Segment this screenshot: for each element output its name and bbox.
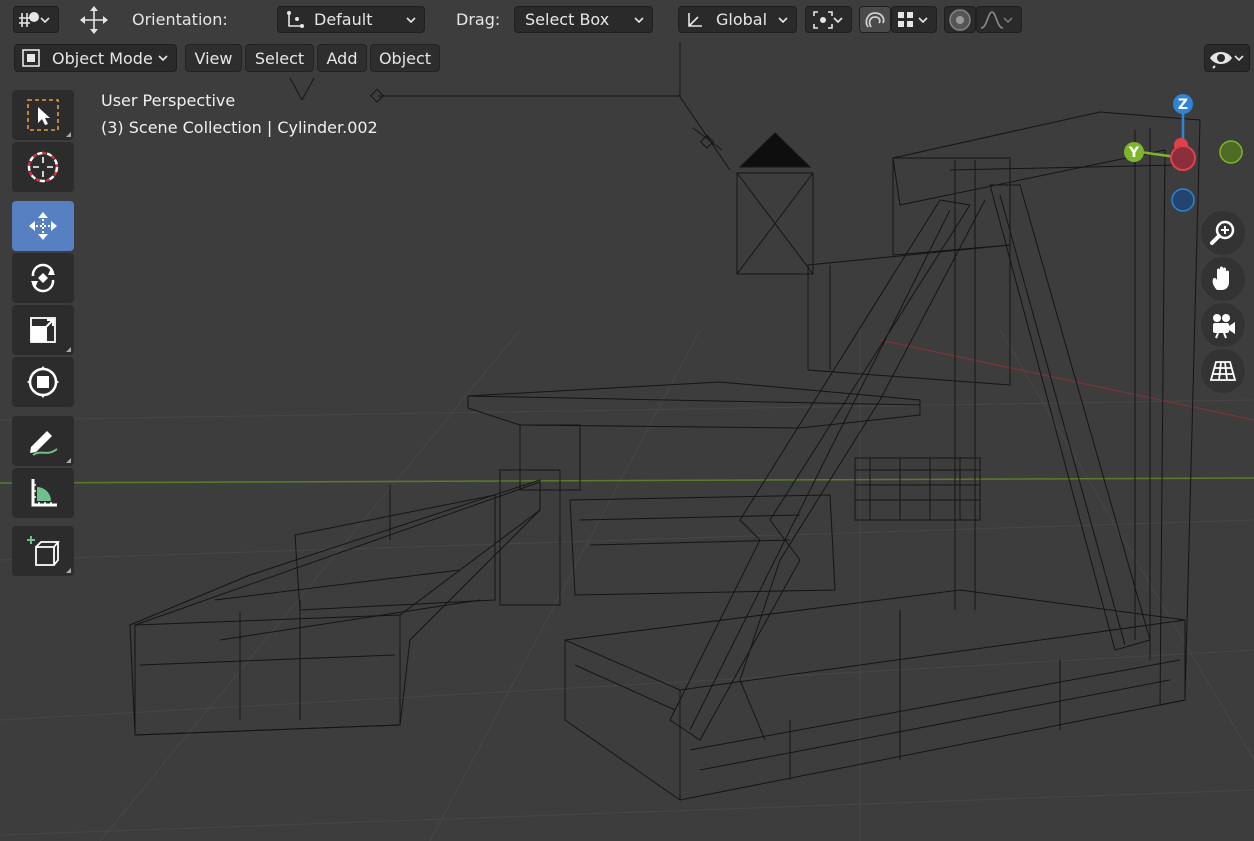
menu-select[interactable]: Select bbox=[245, 44, 314, 72]
tool-annotate[interactable] bbox=[12, 416, 74, 466]
tool-measure[interactable] bbox=[12, 468, 74, 518]
orientation-label: Orientation: bbox=[132, 10, 228, 29]
rotate-icon bbox=[31, 263, 55, 293]
chevron-down-icon bbox=[1003, 17, 1013, 24]
submenu-indicator bbox=[66, 132, 71, 137]
grid-snap-icon bbox=[898, 11, 913, 27]
chevron-down-icon bbox=[918, 17, 928, 24]
falloff-dropdown[interactable] bbox=[976, 6, 1022, 33]
transform-pivot-icon[interactable] bbox=[76, 2, 112, 38]
chevron-down-icon bbox=[778, 17, 788, 24]
axis-x-negative bbox=[1170, 145, 1196, 171]
drag-value: Select Box bbox=[525, 10, 610, 29]
submenu-indicator bbox=[66, 458, 71, 463]
tool-add-cube[interactable] bbox=[12, 526, 74, 576]
axis-y-label: Y bbox=[1128, 145, 1140, 161]
drag-dropdown[interactable]: Select Box bbox=[514, 6, 653, 33]
transform-icon bbox=[27, 366, 59, 398]
scale-icon bbox=[30, 317, 56, 343]
tool-rotate[interactable] bbox=[12, 253, 74, 303]
tool-cursor[interactable] bbox=[12, 142, 74, 192]
collection-label: (3) Scene Collection | Cylinder.002 bbox=[101, 118, 378, 137]
select-box-icon bbox=[27, 99, 59, 131]
snap-toggle[interactable] bbox=[859, 6, 891, 33]
pan-button[interactable] bbox=[1201, 257, 1245, 301]
chevron-down-icon bbox=[1234, 55, 1244, 62]
perspective-toggle-button[interactable] bbox=[1201, 349, 1245, 393]
snap-target-dropdown[interactable] bbox=[891, 6, 937, 33]
add-cube-icon bbox=[27, 536, 60, 566]
perspective-label: User Perspective bbox=[101, 91, 236, 110]
cursor-icon bbox=[27, 151, 59, 183]
pivot-point-dropdown[interactable] bbox=[805, 6, 852, 33]
chevron-down-icon bbox=[40, 17, 50, 24]
transform-orientation-dropdown[interactable]: Global bbox=[678, 6, 797, 33]
submenu-indicator bbox=[66, 347, 71, 352]
menu-view[interactable]: View bbox=[185, 44, 242, 72]
orientation-dropdown[interactable]: Default bbox=[277, 6, 425, 33]
menu-add[interactable]: Add bbox=[317, 44, 367, 72]
axis-z-negative bbox=[1171, 188, 1195, 212]
object-mode-label: Object Mode bbox=[52, 48, 153, 68]
proportional-icon bbox=[949, 8, 971, 31]
axis-y-negative bbox=[1219, 140, 1243, 164]
camera-icon bbox=[1213, 314, 1235, 339]
editor-type-button[interactable] bbox=[13, 6, 59, 33]
zoom-button[interactable] bbox=[1201, 211, 1245, 255]
navigation-gizmo[interactable]: Z Y bbox=[1115, 88, 1250, 218]
tool-scale[interactable] bbox=[12, 305, 74, 355]
eye-icon bbox=[1210, 52, 1232, 69]
measure-ruler-icon bbox=[31, 479, 57, 507]
menu-object[interactable]: Object bbox=[370, 44, 440, 72]
chevron-down-icon bbox=[634, 17, 644, 24]
axis-z-label: Z bbox=[1178, 97, 1188, 113]
visibility-dropdown[interactable] bbox=[1204, 44, 1250, 72]
orientation-value: Default bbox=[314, 10, 373, 29]
zoom-magnifier-icon bbox=[1210, 220, 1235, 245]
object-mode-icon bbox=[22, 49, 40, 67]
magnet-icon bbox=[865, 11, 885, 27]
annotate-pencil-icon bbox=[30, 431, 58, 456]
drag-label: Drag: bbox=[456, 10, 501, 29]
move-icon bbox=[29, 212, 57, 240]
submenu-indicator bbox=[66, 568, 71, 573]
chevron-down-icon bbox=[158, 55, 168, 62]
object-mode-dropdown[interactable]: Object Mode bbox=[14, 44, 177, 72]
chevron-down-icon bbox=[406, 17, 416, 24]
axis-icon bbox=[688, 12, 702, 27]
tool-move[interactable] bbox=[12, 201, 74, 251]
camera-view-button[interactable] bbox=[1201, 303, 1245, 347]
perspective-grid-icon bbox=[1209, 361, 1237, 381]
chevron-down-icon bbox=[833, 17, 843, 24]
transform-space-value: Global bbox=[716, 10, 768, 29]
gizmo-icon bbox=[287, 10, 304, 28]
tool-select-box[interactable] bbox=[12, 90, 74, 140]
hand-icon bbox=[1212, 266, 1229, 290]
tool-transform[interactable] bbox=[12, 357, 74, 407]
proportional-editing-toggle[interactable] bbox=[944, 6, 976, 33]
